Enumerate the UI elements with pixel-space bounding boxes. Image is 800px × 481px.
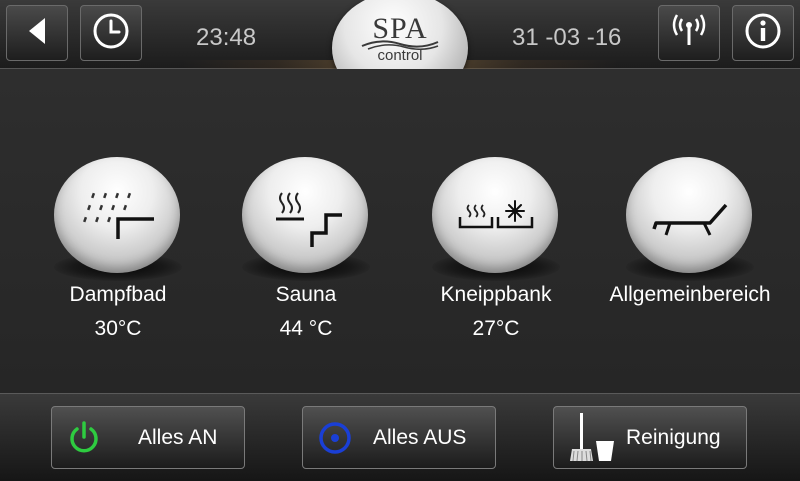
kneipp-bench-icon (458, 200, 534, 229)
bottom-bar: Alles AN Alles AUS Reinigung (0, 393, 800, 481)
info-button[interactable] (732, 5, 794, 61)
lounger-icon (652, 203, 728, 236)
cleaning-label: Reinigung (626, 426, 721, 449)
room-grid: Dampfbad 30°C Sauna 44 °C Kneippbank 27°… (0, 69, 800, 393)
tile-label: Allgemeinbereich (609, 283, 771, 306)
tile-temperature: 27°C (472, 317, 520, 340)
power-icon (66, 420, 102, 461)
off-circle-icon (317, 420, 353, 461)
tile-sauna[interactable]: Sauna 44 °C (226, 157, 386, 357)
wireless-button[interactable] (658, 5, 720, 61)
back-arrow-icon (27, 16, 47, 51)
date-display: 31 -03 -16 (512, 24, 622, 51)
sauna-button[interactable] (242, 157, 368, 273)
cleaning-button[interactable]: Reinigung (553, 406, 747, 469)
back-button[interactable] (6, 5, 68, 61)
tile-allgemeinbereich[interactable]: Allgemeinbereich (609, 157, 771, 357)
broom-bucket-icon (568, 411, 618, 470)
steam-bath-icon (83, 192, 154, 239)
all-on-label: Alles AN (138, 426, 218, 449)
tile-kneippbank[interactable]: Kneippbank 27°C (416, 157, 576, 357)
logo-subtitle: control (377, 47, 423, 64)
info-icon (743, 11, 783, 56)
tile-dampfbad[interactable]: Dampfbad 30°C (38, 157, 198, 357)
dampfbad-button[interactable] (54, 157, 180, 273)
time-display: 23:48 (196, 24, 257, 51)
all-on-button[interactable]: Alles AN (51, 406, 245, 469)
clock-icon (91, 11, 131, 56)
sauna-icon (276, 192, 342, 247)
allgemeinbereich-button[interactable] (626, 157, 752, 273)
kneippbank-button[interactable] (432, 157, 558, 273)
all-off-button[interactable]: Alles AUS (302, 406, 496, 469)
wireless-signal-icon (669, 13, 709, 54)
clock-button[interactable] (80, 5, 142, 61)
all-off-label: Alles AUS (373, 426, 467, 449)
